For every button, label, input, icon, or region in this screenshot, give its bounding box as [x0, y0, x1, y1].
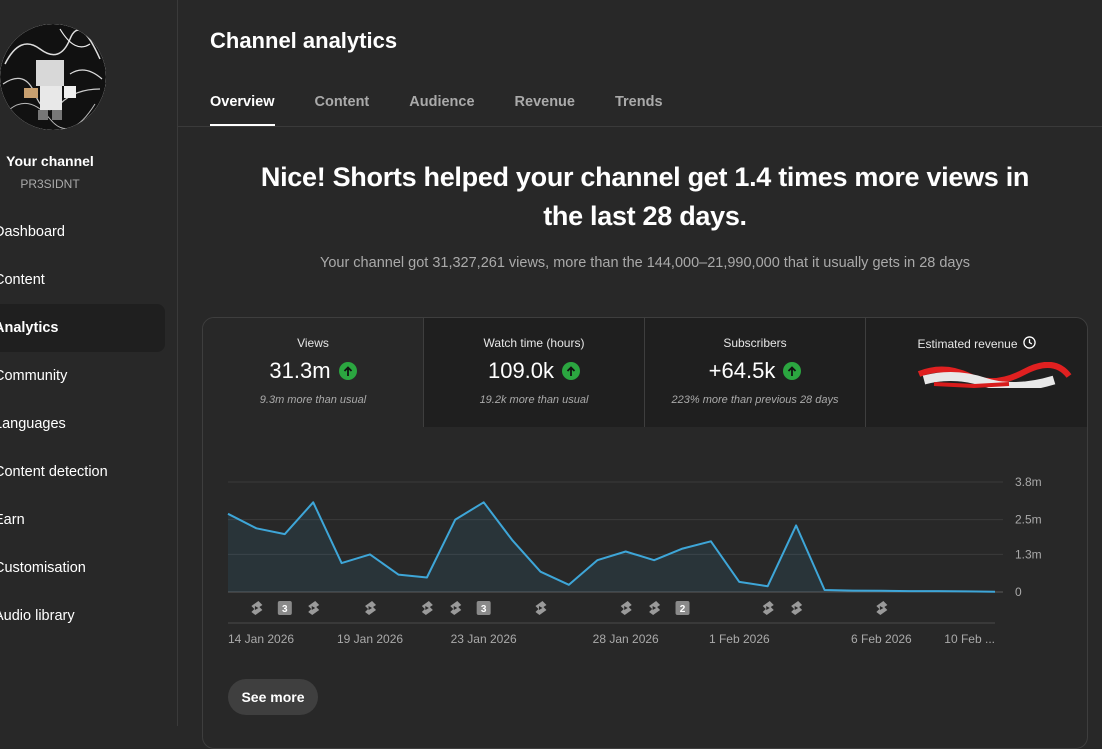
x-tick-label: 19 Jan 2026 — [337, 632, 403, 646]
sidebar-item-label: Customisation — [0, 560, 86, 576]
metric-label: Subscribers — [645, 336, 865, 350]
sidebar-item-label: Languages — [0, 416, 66, 432]
trend-up-icon — [783, 362, 802, 380]
metric-label-text: Watch time (hours) — [483, 336, 585, 350]
metric-label-text: Subscribers — [723, 336, 787, 350]
tab-trends[interactable]: Trends — [615, 84, 663, 126]
tabs-divider — [178, 126, 1102, 127]
metric-label: Estimated revenue — [866, 336, 1087, 352]
metric-label: Watch time (hours) — [424, 336, 644, 350]
avatar-image — [0, 24, 106, 130]
metric-tile-subscribers[interactable]: Subscribers +64.5k 223% more than previous… — [645, 318, 866, 427]
y-tick-label: 1.3m — [1015, 547, 1042, 561]
x-tick-label: 14 Jan 2026 — [228, 632, 294, 646]
metric-tile-watch-time-hours[interactable]: Watch time (hours) 109.0k 19.2k more than … — [424, 318, 645, 427]
tab-content[interactable]: Content — [315, 84, 370, 126]
sidebar-nav: Dashboard Content Analytics Community Langua… — [0, 208, 165, 640]
x-tick-label: 28 Jan 2026 — [593, 632, 659, 646]
upload-count-label: 3 — [282, 604, 288, 615]
sidebar-item-content-detection[interactable]: Content detection — [0, 448, 165, 496]
sidebar-item-label: Audio library — [0, 608, 75, 624]
y-tick-label: 0 — [1015, 585, 1022, 599]
sidebar-item-community[interactable]: Community — [0, 352, 165, 400]
metric-label: Views — [203, 336, 423, 350]
views-area — [228, 502, 995, 592]
tab-overview[interactable]: Overview — [210, 84, 275, 126]
redacted-revenue-value — [914, 362, 1074, 392]
metric-value-text: 109.0k — [487, 358, 555, 383]
x-tick-label: 6 Feb 2026 — [851, 632, 912, 646]
overview-card: Views 31.3m 9.3m more than usual Watch time… — [202, 317, 1088, 749]
sidebar-item-label: Content — [0, 272, 45, 288]
x-tick-label: 23 Jan 2026 — [451, 632, 517, 646]
metric-value-text: +64.5k — [708, 358, 776, 383]
sidebar-item-customisation[interactable]: Customisation — [0, 544, 165, 592]
sidebar-item-dashboard[interactable]: Dashboard — [0, 208, 165, 256]
analytics-tabs: Overview Content Audience Revenue Trends — [210, 84, 703, 126]
metric-note: 19.2k more than usual — [479, 394, 589, 406]
metric-value: +64.5k — [645, 358, 865, 384]
sidebar-item-analytics[interactable]: Analytics — [0, 304, 165, 352]
sidebar-item-label: Analytics — [0, 320, 59, 336]
insight-subline: Your channel got 31,327,261 views, more … — [319, 255, 970, 271]
metric-value: 109.0k — [424, 358, 644, 384]
channel-name: Your channel — [6, 153, 94, 169]
upload-count-label: 3 — [481, 604, 487, 615]
upload-count-label: 2 — [680, 604, 686, 615]
sidebar-item-label: Dashboard — [0, 224, 65, 240]
sidebar-item-audio-library[interactable]: Audio library — [0, 592, 165, 640]
sidebar-item-label: Earn — [0, 512, 25, 528]
page-title: Channel analytics — [210, 28, 398, 53]
trend-up-icon — [562, 362, 581, 380]
y-tick-label: 3.8m — [1015, 475, 1042, 489]
views-chart: 3.8m 2.5m 1.3m 0 3 3 2 14 Jan 2026 19 Jan 2026 23… — [227, 475, 1042, 646]
sidebar-item-languages[interactable]: Languages — [0, 400, 165, 448]
sidebar-item-content[interactable]: Content — [0, 256, 165, 304]
tab-revenue[interactable]: Revenue — [515, 84, 575, 126]
y-tick-label: 2.5m — [1015, 513, 1042, 527]
metric-label-text: Views — [297, 336, 329, 350]
clock-icon[interactable] — [1022, 336, 1036, 352]
channel-handle: PR3SIDNT — [20, 177, 80, 191]
metric-value-text: 31.3m — [269, 358, 331, 383]
metric-note: 9.3m more than usual — [259, 394, 367, 406]
metric-tile-views[interactable]: Views 31.3m 9.3m more than usual — [203, 318, 424, 427]
trend-up-icon — [338, 362, 357, 380]
metric-tiles: Views 31.3m 9.3m more than usual Watch time… — [203, 318, 1087, 427]
sidebar-item-label: Community — [0, 368, 68, 384]
x-tick-label: 10 Feb ... — [944, 632, 995, 646]
metric-tile-estimated-revenue[interactable]: Estimated revenue — [866, 318, 1087, 427]
see-more-button[interactable]: See more — [228, 679, 318, 715]
metric-label-text: Estimated revenue — [917, 337, 1018, 351]
sidebar: Your channel PR3SIDNT Dashboard Content An… — [0, 0, 178, 726]
sidebar-item-earn[interactable]: Earn — [0, 496, 165, 544]
tab-audience[interactable]: Audience — [409, 84, 474, 126]
metric-note: 223% more than previous 28 days — [671, 394, 839, 406]
metric-value: 31.3m — [203, 358, 423, 384]
sidebar-item-label: Content detection — [0, 464, 108, 480]
channel-avatar[interactable] — [0, 24, 106, 130]
x-tick-label: 1 Feb 2026 — [709, 632, 770, 646]
insight-headline: Nice! Shorts helped your channel get 1.4… — [260, 162, 1030, 231]
